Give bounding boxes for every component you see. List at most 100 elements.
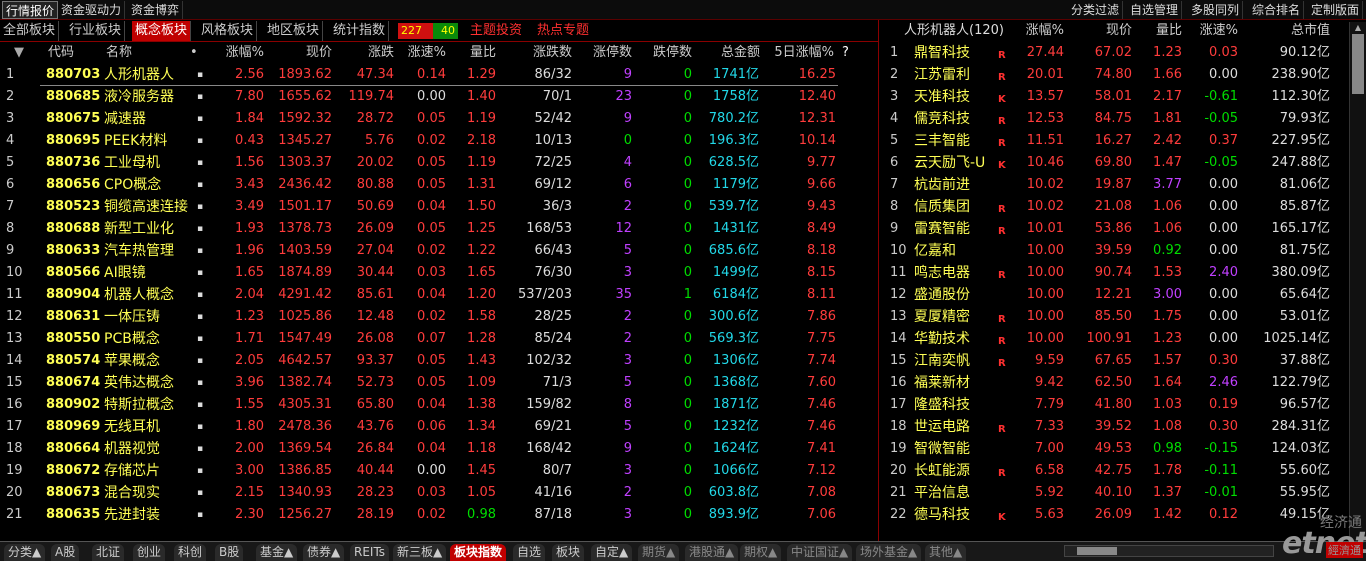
stock-row[interactable]: 16 福莱新材 9.42 62.50 1.64 2.46 122.79亿 — [880, 372, 1348, 394]
bottom-tab[interactable]: 创业 — [133, 544, 166, 561]
sector-row[interactable]: 12 880631 一体压铸 ▪ 1.23 1025.86 12.48 0.02 1.58 28/… — [0, 306, 878, 328]
hot-topic-link[interactable]: 热点专题 — [537, 22, 589, 40]
sector-row[interactable]: 20 880673 混合现实 ▪ 2.15 1340.93 28.23 0.03 1.05 41/… — [0, 482, 878, 504]
bottom-tab[interactable]: 其他▲ — [925, 544, 967, 561]
bottom-tab[interactable]: REITs — [350, 544, 390, 561]
stock-row[interactable]: 17 隆盛科技 7.79 41.80 1.03 0.19 96.57亿 — [880, 394, 1348, 416]
rcol-pct[interactable]: 涨幅% — [1012, 22, 1064, 40]
tab-concept[interactable]: 概念板块 — [132, 21, 192, 41]
col-pct[interactable]: 涨幅% — [206, 44, 264, 62]
bottom-tab[interactable]: 科创 — [174, 544, 207, 561]
stock-row[interactable]: 13 夏厦精密 R 10.00 85.50 1.75 0.00 53.01亿 — [880, 306, 1348, 328]
tab-fund-drive[interactable]: 资金驱动力 — [58, 1, 126, 19]
stock-row[interactable]: 3 天准科技 K 13.57 58.01 2.17 -0.61 112.30亿 — [880, 86, 1348, 108]
bottom-tab[interactable]: 中证国证▲ — [787, 544, 853, 561]
stock-row[interactable]: 4 儒竞科技 R 12.53 84.75 1.81 -0.05 79.93亿 — [880, 108, 1348, 130]
bottom-tab[interactable]: 北证 — [92, 544, 125, 561]
bottom-tab[interactable]: 新三板▲ — [393, 544, 447, 561]
rcol-cap[interactable]: 总市值 — [1262, 22, 1330, 40]
stock-row[interactable]: 1 鼎智科技 R 27.44 67.02 1.23 0.03 90.12亿 — [880, 42, 1348, 64]
stock-row[interactable]: 20 长虹能源 R 6.58 42.75 1.78 -0.11 55.60亿 — [880, 460, 1348, 482]
sector-row[interactable]: 3 880675 减速器 ▪ 1.84 1592.32 28.72 0.05 1.19 52/42… — [0, 108, 878, 130]
col-code[interactable]: 代码 — [48, 44, 74, 62]
bottom-tab[interactable]: 债券▲ — [303, 544, 345, 561]
col-price[interactable]: 现价 — [272, 44, 332, 62]
multi-stock-button[interactable]: 多股同列 — [1188, 1, 1244, 19]
stock-row[interactable]: 15 江南奕帆 R 9.59 67.65 1.57 0.30 37.88亿 — [880, 350, 1348, 372]
rcol-speed[interactable]: 涨速% — [1190, 22, 1238, 40]
tab-all-sectors[interactable]: 全部板块 — [0, 21, 60, 41]
bottom-tab[interactable]: 港股通▲ — [685, 544, 739, 561]
col-speed[interactable]: 涨速% — [398, 44, 446, 62]
stock-row[interactable]: 2 江苏雷利 R 20.01 74.80 1.66 0.00 238.90亿 — [880, 64, 1348, 86]
bottom-tab[interactable]: 板块指数 — [450, 544, 507, 561]
stock-row[interactable]: 10 亿嘉和 10.00 39.59 0.92 0.00 81.75亿 — [880, 240, 1348, 262]
sort-icon[interactable]: ▼ — [14, 44, 24, 62]
sector-row[interactable]: 16 880902 特斯拉概念 ▪ 1.55 4305.31 65.80 0.04 1.38 15… — [0, 394, 878, 416]
sector-row[interactable]: 2 880685 液冷服务器 ▪ 7.80 1655.62 119.74 0.00 1.40 70… — [0, 86, 878, 108]
col-vol-ratio[interactable]: 量比 — [452, 44, 496, 62]
sector-row[interactable]: 21 880635 先进封装 ▪ 2.30 1256.27 28.19 0.02 0.98 87/… — [0, 504, 878, 526]
bottom-tab[interactable]: 板块 — [552, 544, 585, 561]
bottom-tab[interactable]: 场外基金▲ — [856, 544, 922, 561]
tab-region[interactable]: 地区板块 — [264, 21, 324, 41]
bottom-scrollbar[interactable] — [1064, 545, 1274, 557]
col-pct5[interactable]: 5日涨幅% — [762, 44, 834, 62]
tab-industry[interactable]: 行业板块 — [66, 21, 126, 41]
sector-row[interactable]: 15 880674 英伟达概念 ▪ 3.96 1382.74 52.73 0.05 1.09 71… — [0, 372, 878, 394]
bottom-tab[interactable]: 基金▲ — [256, 544, 298, 561]
col-amount[interactable]: 总金额 — [700, 44, 760, 62]
stock-row[interactable]: 6 云天励飞-U K 10.46 69.80 1.47 -0.05 247.88亿 — [880, 152, 1348, 174]
sector-row[interactable]: 14 880574 苹果概念 ▪ 2.05 4642.57 93.37 0.05 1.43 102… — [0, 350, 878, 372]
sector-row[interactable]: 11 880904 机器人概念 ▪ 2.04 4291.42 85.61 0.04 1.20 53… — [0, 284, 878, 306]
bottom-tab[interactable]: 自定▲ — [591, 544, 633, 561]
sector-row[interactable]: 10 880566 AI眼镜 ▪ 1.65 1874.89 30.44 0.03 1.65 76/… — [0, 262, 878, 284]
stock-row[interactable]: 7 杭齿前进 10.02 19.87 3.77 0.00 81.06亿 — [880, 174, 1348, 196]
stock-row[interactable]: 18 世运电路 R 7.33 39.52 1.08 0.30 284.31亿 — [880, 416, 1348, 438]
bottom-tab[interactable]: A股 — [51, 544, 80, 561]
custom-layout-button[interactable]: 定制版面 — [1308, 1, 1364, 19]
stock-row[interactable]: 21 平治信息 5.92 40.10 1.37 -0.01 55.95亿 — [880, 482, 1348, 504]
stock-row[interactable]: 12 盛通股份 10.00 12.21 3.00 0.00 65.64亿 — [880, 284, 1348, 306]
bottom-tab[interactable]: 分类▲ — [4, 544, 46, 561]
stock-row[interactable]: 19 智微智能 7.00 49.53 0.98 -0.15 124.03亿 — [880, 438, 1348, 460]
scroll-up-icon[interactable]: ▲ — [1350, 22, 1366, 34]
sector-row[interactable]: 19 880672 存储芯片 ▪ 3.00 1386.85 40.44 0.00 1.45 80/… — [0, 460, 878, 482]
help-icon[interactable]: ? — [842, 44, 849, 62]
panel-divider[interactable] — [878, 20, 879, 541]
stock-row[interactable]: 11 鸣志电器 R 10.00 90.74 1.53 2.40 380.09亿 — [880, 262, 1348, 284]
bottom-tab[interactable]: 期权▲ — [740, 544, 782, 561]
sector-row[interactable]: 17 880969 无线耳机 ▪ 1.80 2478.36 43.76 0.06 1.34 69/… — [0, 416, 878, 438]
sector-row[interactable]: 9 880633 汽车热管理 ▪ 1.96 1403.59 27.04 0.02 1.22 66/… — [0, 240, 878, 262]
sector-row[interactable]: 13 880550 PCB概念 ▪ 1.71 1547.49 26.08 0.07 1.28 85… — [0, 328, 878, 350]
scroll-thumb[interactable] — [1352, 34, 1364, 94]
sector-row[interactable]: 1 880703 人形机器人 ▪ 2.56 1893.62 47.34 0.14 1.29 86/… — [0, 64, 878, 86]
bottom-tab[interactable]: B股 — [215, 544, 244, 561]
tab-stat-index[interactable]: 统计指数 — [330, 21, 390, 41]
col-name[interactable]: 名称 — [106, 44, 132, 62]
sector-row[interactable]: 18 880664 机器视觉 ▪ 2.00 1369.54 26.84 0.04 1.18 168… — [0, 438, 878, 460]
col-change[interactable]: 涨跌 — [338, 44, 394, 62]
bottom-tab[interactable]: 自选 — [513, 544, 546, 561]
watchlist-manage-button[interactable]: 自选管理 — [1127, 1, 1183, 19]
stock-row[interactable]: 9 雷赛智能 R 10.01 53.86 1.06 0.00 165.17亿 — [880, 218, 1348, 240]
sector-row[interactable]: 6 880656 CPO概念 ▪ 3.43 2436.42 80.88 0.05 1.31 69/… — [0, 174, 878, 196]
sector-row[interactable]: 7 880523 铜缆高速连接 ▪ 3.49 1501.17 50.69 0.04 1.50 36… — [0, 196, 878, 218]
theme-invest-link[interactable]: 主题投资 — [470, 22, 522, 40]
bottom-tab[interactable]: 期货▲ — [638, 544, 680, 561]
tab-fund-game[interactable]: 资金博弈 — [128, 1, 184, 19]
bottom-scroll-thumb[interactable] — [1077, 547, 1117, 555]
tab-style[interactable]: 风格板块 — [198, 21, 258, 41]
stock-row[interactable]: 8 信质集团 R 10.02 21.08 1.06 0.00 85.87亿 — [880, 196, 1348, 218]
stock-row[interactable]: 14 华勤技术 R 10.00 100.91 1.23 0.00 1025.14亿 — [880, 328, 1348, 350]
rcol-price[interactable]: 现价 — [1076, 22, 1132, 40]
ranking-button[interactable]: 综合排名 — [1249, 1, 1305, 19]
col-updown[interactable]: 涨跌数 — [510, 44, 572, 62]
col-limit-down[interactable]: 跌停数 — [640, 44, 692, 62]
sector-row[interactable]: 8 880688 新型工业化 ▪ 1.93 1378.73 26.09 0.05 1.25 168… — [0, 218, 878, 240]
tab-quote[interactable]: 行情报价 — [2, 1, 59, 19]
right-scrollbar[interactable]: ▲ — [1349, 22, 1366, 541]
classify-filter-button[interactable]: 分类过滤 — [1068, 1, 1124, 19]
col-limit-up[interactable]: 涨停数 — [578, 44, 632, 62]
sector-row[interactable]: 5 880736 工业母机 ▪ 1.56 1303.37 20.02 0.05 1.19 72/2… — [0, 152, 878, 174]
